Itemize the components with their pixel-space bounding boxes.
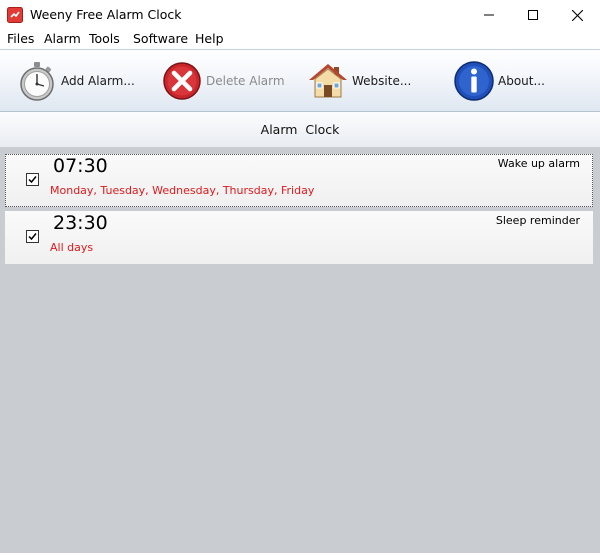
- section-title: Alarm Clock: [260, 122, 340, 137]
- alarm-enabled-checkbox[interactable]: [26, 173, 39, 186]
- website-label: Website...: [352, 74, 412, 88]
- close-icon: [571, 9, 583, 21]
- title-bar: Weeny Free Alarm Clock: [0, 0, 600, 30]
- minimize-icon: [484, 14, 494, 16]
- section-header: Alarm Clock: [0, 112, 600, 148]
- website-button[interactable]: Website...: [306, 50, 411, 112]
- info-icon: [454, 61, 494, 101]
- menu-files[interactable]: Files: [7, 31, 34, 46]
- alarm-row[interactable]: 23:30 All days Sleep reminder: [5, 211, 593, 264]
- alarm-time: 07:30: [53, 155, 108, 177]
- delete-icon: [163, 62, 201, 100]
- maximize-button[interactable]: [510, 0, 556, 30]
- menu-help[interactable]: Help: [195, 31, 224, 46]
- delete-alarm-label: Delete Alarm: [206, 74, 285, 88]
- add-alarm-button[interactable]: Add Alarm...: [15, 50, 135, 112]
- close-button[interactable]: [554, 0, 600, 30]
- menu-tools[interactable]: Tools: [89, 31, 120, 46]
- about-label: About...: [498, 74, 545, 88]
- menu-bar: Files Alarm Tools Software Help: [0, 30, 600, 49]
- menu-software[interactable]: Software: [133, 31, 188, 46]
- add-alarm-label: Add Alarm...: [61, 74, 135, 88]
- alarm-name: Wake up alarm: [497, 157, 580, 170]
- check-icon: [28, 233, 37, 241]
- window-title: Weeny Free Alarm Clock: [30, 7, 182, 22]
- house-icon: [309, 64, 347, 98]
- delete-alarm-button[interactable]: Delete Alarm: [160, 50, 285, 112]
- about-button[interactable]: About...: [452, 50, 545, 112]
- maximize-icon: [528, 10, 538, 20]
- alarm-enabled-checkbox[interactable]: [26, 230, 39, 243]
- alarm-list: 07:30 Monday, Tuesday, Wednesday, Thursd…: [0, 148, 600, 553]
- alarm-days: Monday, Tuesday, Wednesday, Thursday, Fr…: [50, 184, 315, 197]
- alarm-name: Sleep reminder: [495, 214, 580, 227]
- alarm-row[interactable]: 07:30 Monday, Tuesday, Wednesday, Thursd…: [5, 154, 593, 207]
- alarm-days: All days: [50, 241, 94, 254]
- stopwatch-icon: [20, 62, 54, 101]
- check-icon: [28, 176, 37, 184]
- menu-alarm[interactable]: Alarm: [44, 31, 81, 46]
- minimize-button[interactable]: [466, 0, 512, 30]
- app-icon: [7, 7, 23, 23]
- toolbar: Add Alarm... Delete Alarm Website... Abo…: [0, 49, 600, 112]
- alarm-time: 23:30: [53, 212, 108, 234]
